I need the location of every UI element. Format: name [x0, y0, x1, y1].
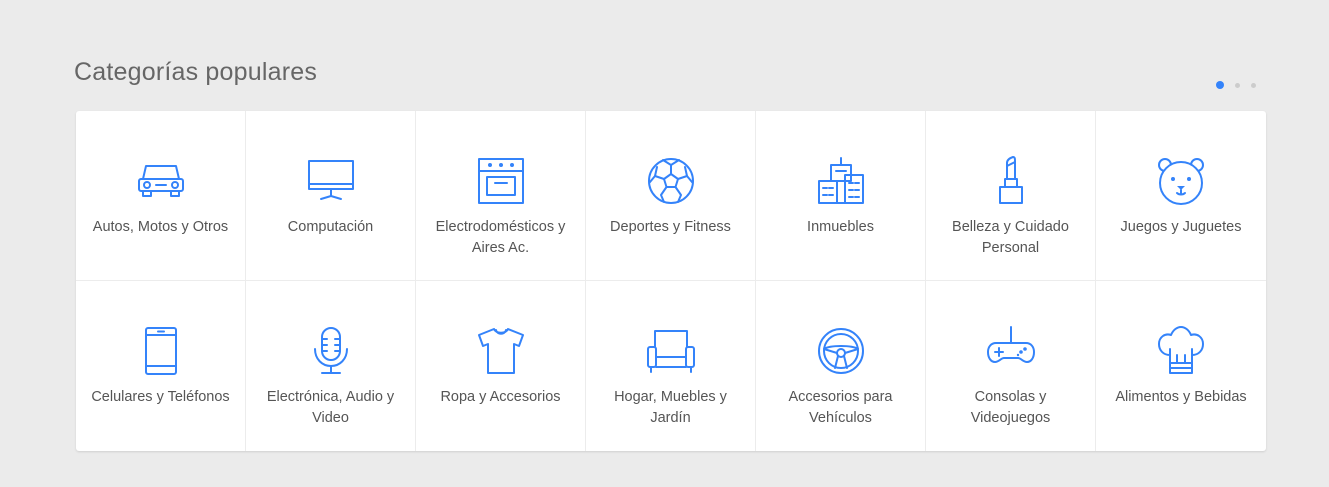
category-label: Electrónica, Audio y Video: [266, 389, 395, 426]
steering-wheel-icon: [815, 325, 867, 377]
armchair-icon: [645, 325, 697, 377]
gamepad-icon: [985, 325, 1037, 377]
category-label: Celulares y Teléfonos: [91, 389, 230, 405]
popular-categories-section: Categorías populares Autos, Motos y Otro…: [0, 0, 1329, 487]
category-card-consolas[interactable]: Consolas y Videojuegos: [926, 281, 1096, 451]
category-label: Accesorios para Vehículos: [788, 389, 893, 426]
category-label: Juegos y Juguetes: [1120, 219, 1242, 235]
category-label: Autos, Motos y Otros: [92, 219, 229, 235]
cellphone-icon: [135, 325, 187, 377]
category-label: Inmuebles: [807, 219, 874, 235]
category-label: Hogar, Muebles y Jardín: [614, 389, 727, 426]
category-card-juegos[interactable]: Juegos y Juguetes: [1096, 111, 1266, 281]
buildings-icon: [815, 155, 867, 207]
categories-grid: Autos, Motos y Otros Computación Electro…: [76, 111, 1266, 451]
category-card-ropa[interactable]: Ropa y Accesorios: [416, 281, 586, 451]
chef-hat-icon: [1155, 325, 1207, 377]
section-title: Categorías populares: [74, 58, 318, 86]
pager-dot-2[interactable]: [1235, 82, 1240, 88]
teddy-bear-icon: [1155, 155, 1207, 207]
category-card-alimentos[interactable]: Alimentos y Bebidas: [1096, 281, 1266, 451]
pager-dot-3[interactable]: [1251, 82, 1256, 88]
category-card-deportes[interactable]: Deportes y Fitness: [586, 111, 756, 281]
category-card-electrodomesticos[interactable]: Electrodomésticos y Aires Ac.: [416, 111, 586, 281]
category-label: Deportes y Fitness: [610, 219, 731, 235]
microphone-icon: [305, 325, 357, 377]
category-label: Ropa y Accesorios: [440, 389, 561, 405]
carousel-pager: [1216, 81, 1256, 89]
oven-icon: [475, 155, 527, 207]
pager-dot-1[interactable]: [1216, 81, 1224, 89]
tshirt-icon: [475, 325, 527, 377]
lipstick-icon: [985, 155, 1037, 207]
soccer-ball-icon: [645, 155, 697, 207]
car-icon: [135, 155, 187, 207]
category-card-celulares[interactable]: Celulares y Teléfonos: [76, 281, 246, 451]
category-card-belleza[interactable]: Belleza y Cuidado Personal: [926, 111, 1096, 281]
category-card-computacion[interactable]: Computación: [246, 111, 416, 281]
category-label: Computación: [287, 219, 374, 235]
category-card-electronica[interactable]: Electrónica, Audio y Video: [246, 281, 416, 451]
category-label: Electrodomésticos y Aires Ac.: [435, 219, 566, 256]
category-card-accesorios-vehiculos[interactable]: Accesorios para Vehículos: [756, 281, 926, 451]
category-card-hogar[interactable]: Hogar, Muebles y Jardín: [586, 281, 756, 451]
category-card-inmuebles[interactable]: Inmuebles: [756, 111, 926, 281]
category-label: Belleza y Cuidado Personal: [952, 219, 1069, 256]
monitor-icon: [305, 155, 357, 207]
category-label: Alimentos y Bebidas: [1115, 389, 1247, 405]
category-card-autos[interactable]: Autos, Motos y Otros: [76, 111, 246, 281]
category-label: Consolas y Videojuegos: [970, 389, 1051, 426]
